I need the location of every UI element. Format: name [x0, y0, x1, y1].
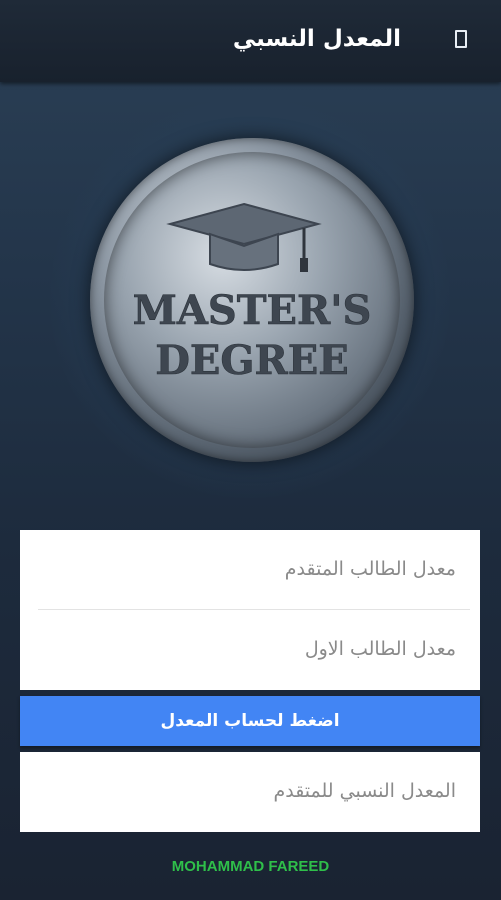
menu-icon[interactable]	[455, 30, 467, 48]
hero-banner: MASTER'S DEGREE	[0, 82, 501, 530]
gpa-form: معدل الطالب المتقدم معدل الطالب الاول اض…	[20, 530, 480, 832]
masters-degree-medal: MASTER'S DEGREE	[90, 138, 414, 462]
relative-rate-result-placeholder: المعدل النسبي للمتقدم	[273, 780, 456, 802]
advanced-student-rate-placeholder: معدل الطالب المتقدم	[284, 558, 456, 580]
medal-line-1: MASTER'S	[133, 287, 372, 334]
first-student-rate-placeholder: معدل الطالب الاول	[304, 638, 456, 660]
first-student-rate-field[interactable]: معدل الطالب الاول	[20, 610, 480, 690]
calculate-rate-button[interactable]: اضغط لحساب المعدل	[20, 696, 480, 746]
app-bar: المعدل النسبي	[0, 0, 501, 82]
medal-artwork: MASTER'S DEGREE	[132, 202, 372, 384]
app-title: المعدل النسبي	[232, 26, 401, 52]
relative-rate-result-field[interactable]: المعدل النسبي للمتقدم	[20, 752, 480, 832]
graduation-cap-icon	[166, 202, 322, 272]
author-credit: MOHAMMAD FAREED	[171, 858, 330, 875]
advanced-student-rate-field[interactable]: معدل الطالب المتقدم	[20, 530, 480, 610]
medal-face: MASTER'S DEGREE	[104, 152, 400, 448]
medal-line-2: DEGREE	[155, 337, 349, 384]
